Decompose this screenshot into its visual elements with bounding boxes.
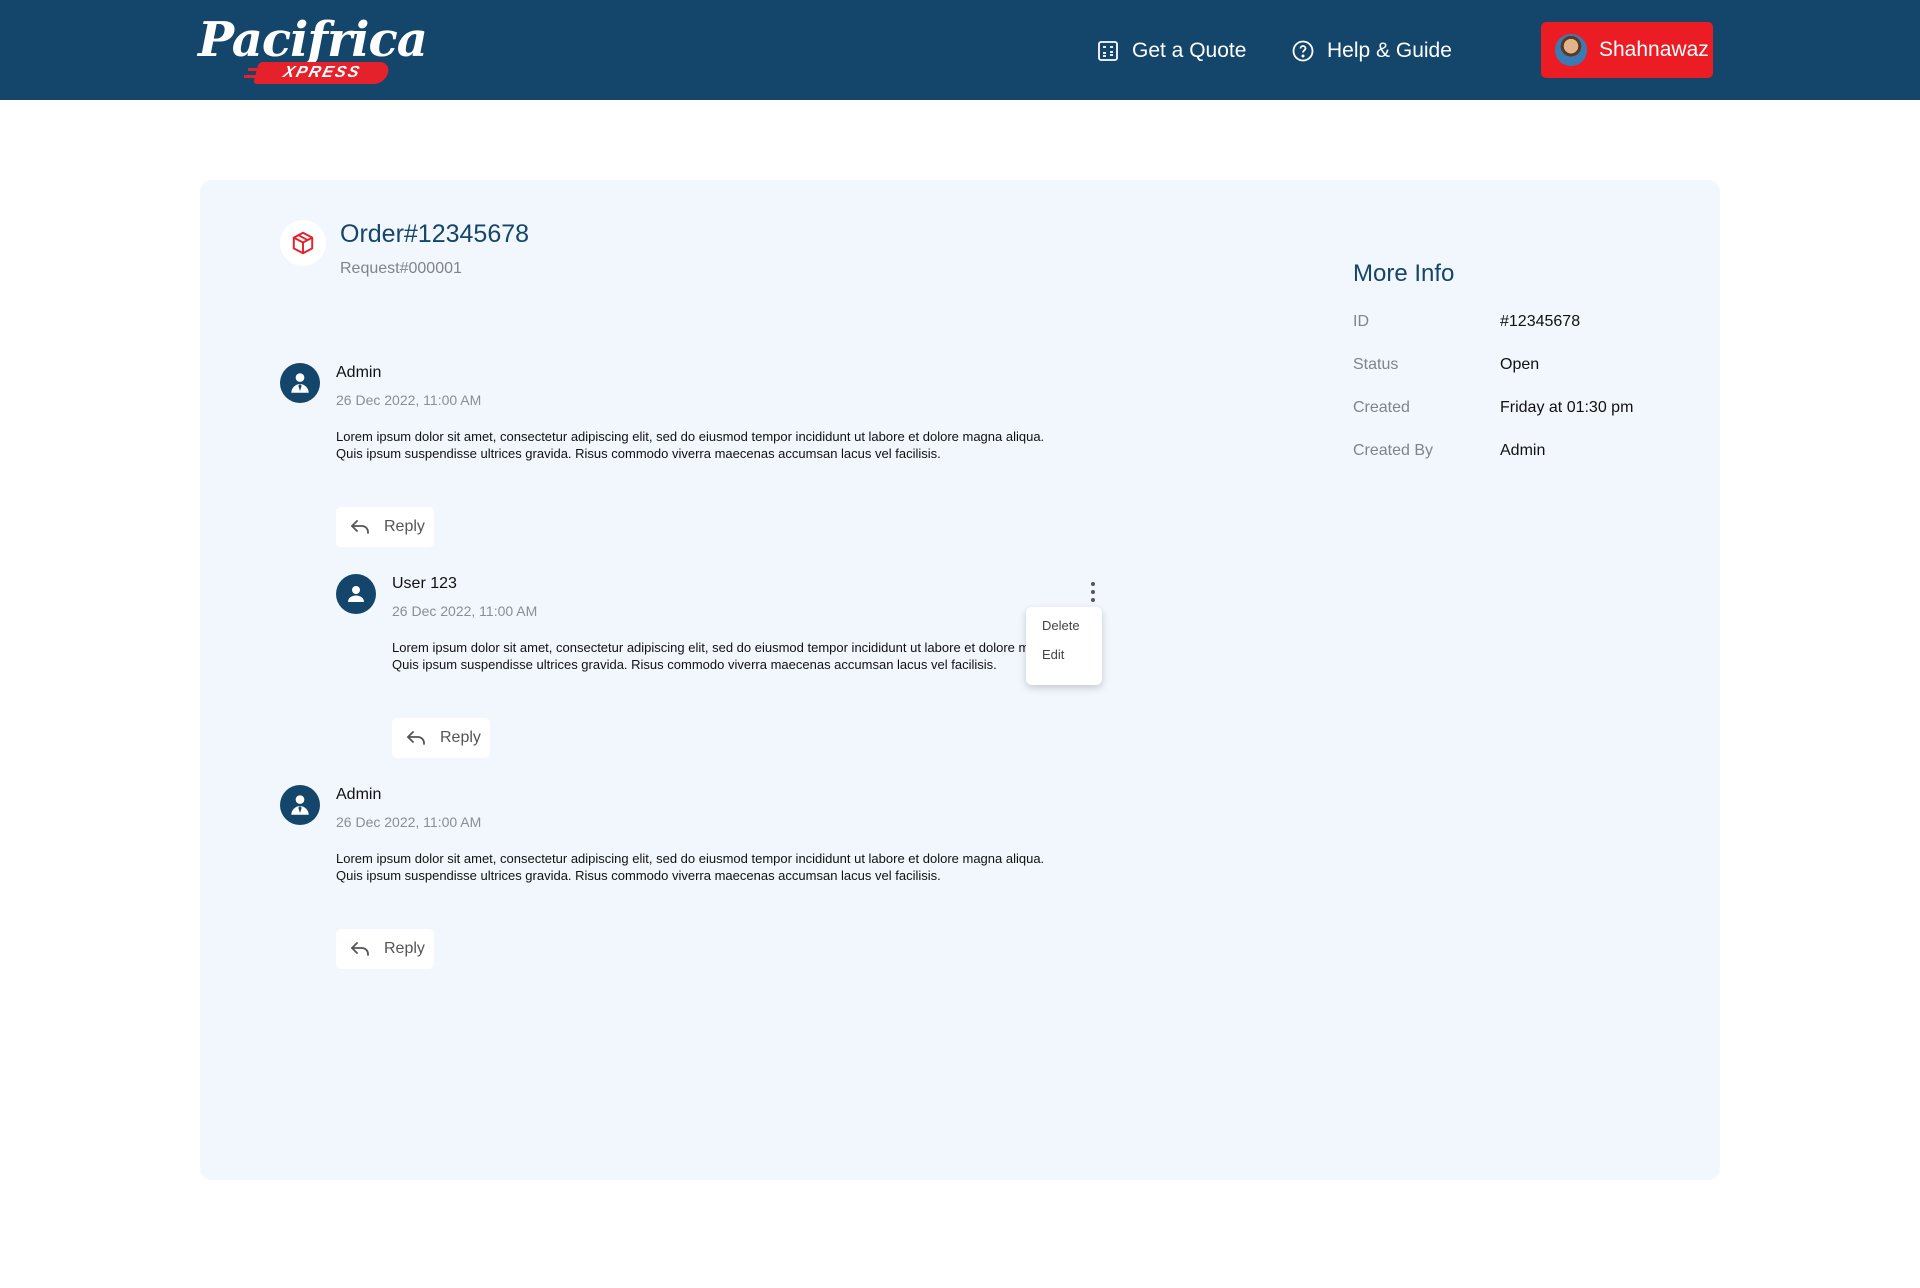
menu-item-delete[interactable]: Delete <box>1026 617 1102 646</box>
calculator-icon <box>1098 41 1118 61</box>
user-icon <box>348 586 364 602</box>
reply-button[interactable]: Reply <box>392 718 490 758</box>
more-options-icon[interactable] <box>1086 580 1100 604</box>
top-navbar: Pacifrica XPRESS Get a Quote Help & Guid… <box>0 0 1920 100</box>
comment-author: User 123 <box>392 575 457 592</box>
user-avatar <box>336 574 376 614</box>
reply-button[interactable]: Reply <box>336 929 434 969</box>
info-value: Admin <box>1500 442 1546 459</box>
user-name: Shahnawaz <box>1599 38 1709 61</box>
user-menu-button[interactable]: Shahnawaz <box>1541 22 1713 78</box>
comment-text: Lorem ipsum dolor sit amet, consectetur … <box>392 640 1101 672</box>
info-value: Open <box>1500 356 1540 373</box>
info-row-created: Created Friday at 01:30 pm <box>1353 399 1693 423</box>
request-number: Request#000001 <box>340 260 462 277</box>
order-title: Order#12345678 <box>340 220 530 248</box>
admin-user-icon <box>291 795 309 815</box>
nav-help-guide-label: Help & Guide <box>1327 39 1452 62</box>
info-row-status: Status Open <box>1353 356 1693 380</box>
reply-button-label: Reply <box>440 729 481 746</box>
more-info-title: More Info <box>1353 260 1455 287</box>
logo-sub-text: XPRESS <box>253 62 391 84</box>
comment-context-menu: Delete Edit <box>1026 607 1102 685</box>
kebab-dot <box>1091 582 1095 586</box>
comment-text: Lorem ipsum dolor sit amet, consectetur … <box>336 851 1045 883</box>
kebab-dot <box>1091 590 1095 594</box>
reply-arrow-icon <box>351 942 369 956</box>
package-icon <box>292 231 314 255</box>
admin-avatar <box>280 785 320 825</box>
comment-author: Admin <box>336 786 382 803</box>
reply-button-label: Reply <box>384 940 425 957</box>
comment-date: 26 Dec 2022, 11:00 AM <box>336 814 482 830</box>
kebab-dot <box>1091 598 1095 602</box>
info-label: Created <box>1353 399 1410 416</box>
admin-avatar <box>280 363 320 403</box>
comment-date: 26 Dec 2022, 11:00 AM <box>336 392 482 408</box>
info-row-created-by: Created By Admin <box>1353 442 1693 466</box>
nav-get-a-quote-label: Get a Quote <box>1132 39 1247 62</box>
order-badge <box>280 220 326 266</box>
pacifrica-logo[interactable]: Pacifrica XPRESS <box>198 12 428 86</box>
reply-button-label: Reply <box>384 518 425 535</box>
avatar <box>1555 34 1587 66</box>
admin-user-icon <box>291 373 309 393</box>
nav-get-a-quote[interactable]: Get a Quote <box>1096 36 1246 66</box>
comment-author: Admin <box>336 364 382 381</box>
nav-help-guide[interactable]: Help & Guide <box>1291 36 1452 66</box>
info-label: ID <box>1353 313 1369 330</box>
info-value: Friday at 01:30 pm <box>1500 399 1634 416</box>
info-value: #12345678 <box>1500 313 1581 330</box>
info-label: Created By <box>1353 442 1434 459</box>
help-circle-icon <box>1292 40 1314 62</box>
info-label: Status <box>1353 356 1399 373</box>
menu-item-edit[interactable]: Edit <box>1026 646 1102 675</box>
logo-brand-text: Pacifrica <box>198 12 428 68</box>
reply-button[interactable]: Reply <box>336 507 434 547</box>
comment-date: 26 Dec 2022, 11:00 AM <box>392 603 538 619</box>
reply-arrow-icon <box>407 731 425 745</box>
info-row-id: ID #12345678 <box>1353 313 1693 337</box>
reply-arrow-icon <box>351 520 369 534</box>
comment-text: Lorem ipsum dolor sit amet, consectetur … <box>336 429 1045 461</box>
